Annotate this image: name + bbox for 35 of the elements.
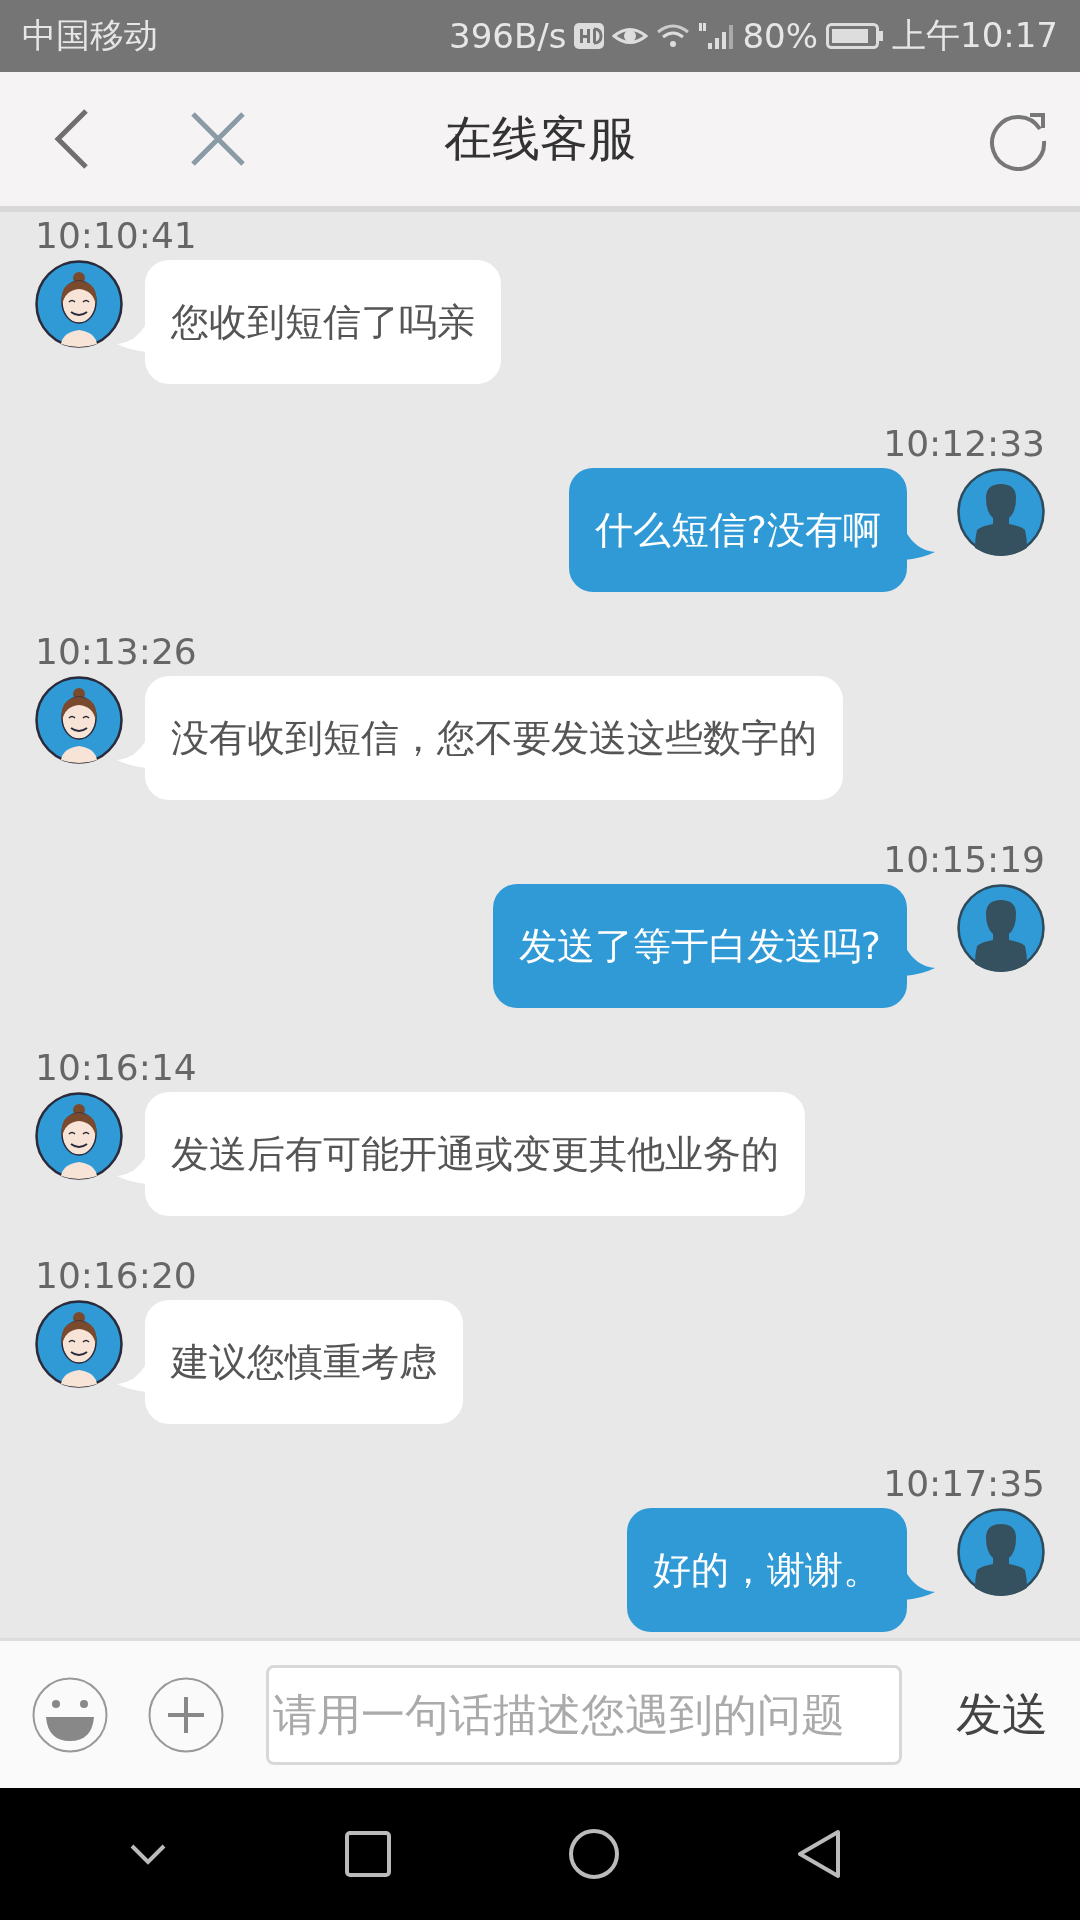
hide-keyboard-icon[interactable] [128,1842,168,1866]
message-bubble: 发送后有可能开通或变更其他业务的 [145,1092,805,1216]
message-time: 10:10:41 [35,216,198,256]
message-time: 10:12:33 [883,424,1045,464]
message-time: 10:16:14 [35,1048,198,1088]
message-bubble: 发送了等于白发送吗? [492,884,907,1008]
message-time: 10:16:20 [35,1256,198,1296]
add-icon[interactable] [148,1676,224,1753]
clock: 上午10:17 [892,14,1058,57]
bubble-tail [905,530,935,560]
message-bubble: 您收到短信了吗亲 [145,260,501,384]
signal-icon [698,21,735,51]
recents-icon[interactable] [344,1830,392,1878]
message-bubble: 什么短信?没有啊 [568,468,907,592]
message-bubble: 好的，谢谢。 [627,1508,907,1632]
emoji-icon[interactable] [32,1676,108,1753]
message-input[interactable]: 请用一句话描述您遇到的问题 [266,1664,902,1765]
hd-icon [574,23,605,49]
message-time: 10:15:19 [883,840,1045,880]
message-time: 10:17:35 [883,1464,1045,1504]
send-button[interactable]: 发送 [950,1683,1054,1746]
page-title: 在线客服 [443,109,637,168]
network-speed: 396B/s [449,16,567,56]
message-bubble: 建议您慎重考虑 [145,1300,463,1424]
battery-icon [826,23,884,49]
wifi-icon [656,23,691,49]
bubble-tail [905,946,935,976]
message-bubble: 没有收到短信，您不要发送这些数字的 [145,676,843,800]
battery-percent: 80% [742,16,818,56]
back-nav-icon[interactable] [796,1828,842,1880]
home-icon[interactable] [568,1828,620,1880]
message-time: 10:13:26 [35,632,198,672]
bubble-tail [905,1570,935,1600]
close-icon[interactable] [190,111,246,167]
carrier-name: 中国移动 [22,14,158,57]
